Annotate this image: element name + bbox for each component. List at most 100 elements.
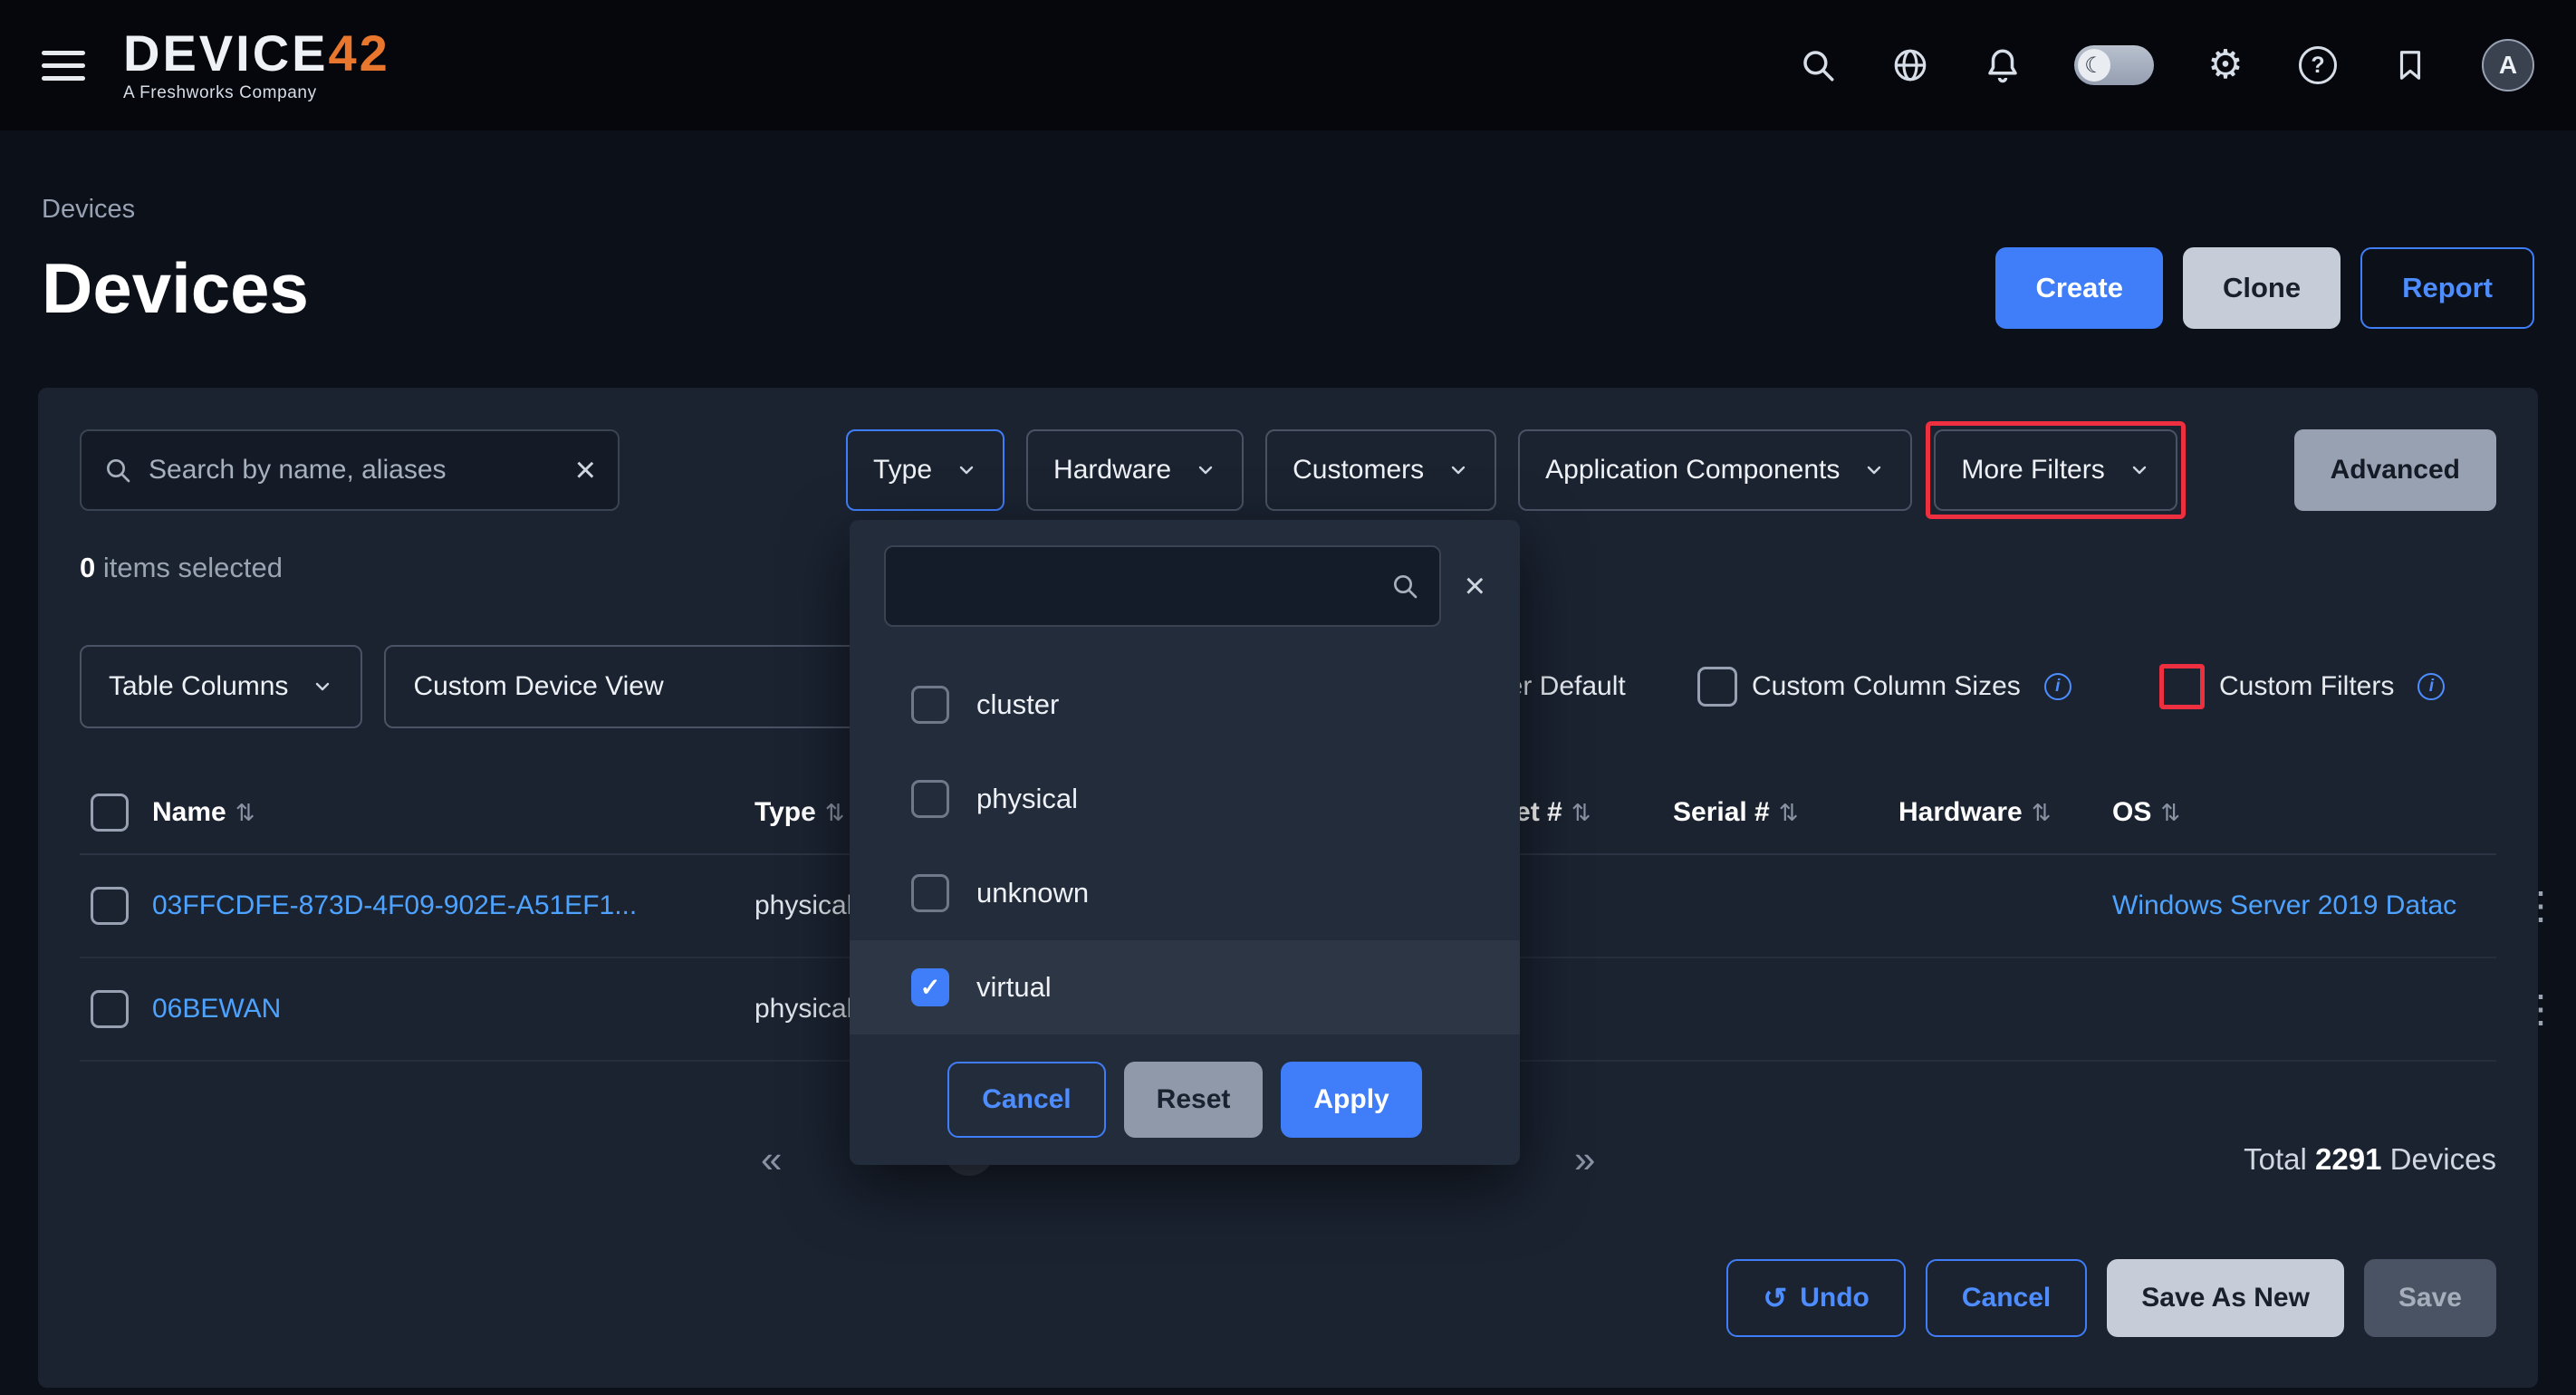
advanced-button[interactable]: Advanced — [2294, 429, 2496, 511]
table-columns-dropdown[interactable]: Table Columns — [80, 645, 362, 728]
filter-toolbar: × Type Hardware Customers Application Co… — [80, 429, 2496, 511]
more-filters-annotation-wrap: More Filters — [1934, 429, 2177, 511]
save-as-new-button[interactable]: Save As New — [2107, 1259, 2344, 1337]
row-checkbox[interactable] — [91, 887, 129, 925]
option-cluster[interactable]: cluster — [850, 658, 1520, 752]
type-filter-search-input[interactable] — [906, 571, 1376, 601]
option-checkbox[interactable] — [911, 686, 949, 724]
pagination-prev-icon[interactable]: « — [761, 1140, 782, 1179]
navbar-actions: ☾ ⚙ ? A — [1797, 39, 2534, 91]
option-checkbox[interactable] — [911, 780, 949, 818]
help-icon[interactable]: ? — [2297, 44, 2339, 86]
moon-icon: ☾ — [2078, 49, 2110, 82]
page-title: Devices — [42, 246, 309, 330]
brand-accent: 42 — [329, 24, 390, 82]
clone-button[interactable]: Clone — [2183, 247, 2341, 329]
cancel-button[interactable]: Cancel — [1926, 1259, 2087, 1337]
device-search-input[interactable] — [149, 455, 559, 486]
brand-name: DEVICE42 — [123, 28, 390, 79]
globe-icon[interactable] — [1889, 44, 1931, 86]
chevron-down-icon — [1863, 459, 1885, 481]
close-panel-icon[interactable]: × — [1465, 568, 1485, 604]
type-filter-search-row: × — [884, 545, 1485, 627]
option-checkbox[interactable] — [911, 874, 949, 912]
device-name-link[interactable]: 06BEWAN — [152, 994, 281, 1025]
chevron-down-icon — [1447, 459, 1469, 481]
filter-application-components-dropdown[interactable]: Application Components — [1518, 429, 1912, 511]
pagination-next-icon[interactable]: » — [1574, 1140, 1595, 1179]
total-devices: Total 2291 Devices — [2244, 1142, 2496, 1177]
column-header-type[interactable]: Type⇅ — [755, 797, 845, 828]
total-count: 2291 — [2315, 1142, 2381, 1176]
kebab-menu-icon[interactable]: ⋮ — [2522, 990, 2560, 1028]
brand-tagline: A Freshworks Company — [123, 83, 390, 103]
kebab-menu-icon[interactable]: ⋮ — [2522, 887, 2560, 925]
row-checkbox[interactable] — [91, 990, 129, 1028]
custom-column-sizes-option: Custom Column Sizes i — [1697, 667, 2071, 707]
device-os-cell: Windows Server 2019 Datac — [2112, 890, 2507, 921]
info-icon[interactable]: i — [2044, 673, 2071, 700]
brand-logo[interactable]: DEVICE42 A Freshworks Company — [123, 28, 390, 103]
type-filter-options: cluster physical unknown ✓ virtual — [850, 658, 1520, 1034]
device-search-box[interactable]: × — [80, 429, 620, 511]
device-name-link[interactable]: 03FFCDFE-873D-4F09-902E-A51EF1... — [152, 890, 637, 921]
custom-column-sizes-checkbox[interactable] — [1697, 667, 1737, 707]
column-header-os[interactable]: OS⇅ — [2112, 797, 2180, 828]
save-button[interactable]: Save — [2364, 1259, 2496, 1337]
filter-more-filters-dropdown[interactable]: More Filters — [1934, 429, 2177, 511]
panel-reset-button[interactable]: Reset — [1124, 1062, 1264, 1138]
theme-toggle[interactable]: ☾ — [2074, 45, 2154, 85]
option-checkbox-checked[interactable]: ✓ — [911, 968, 949, 1006]
devices-card: × Type Hardware Customers Application Co… — [38, 388, 2538, 1388]
type-filter-search-box[interactable] — [884, 545, 1441, 627]
column-header-serial[interactable]: Serial #⇅ — [1673, 797, 1799, 828]
option-unknown[interactable]: unknown — [850, 846, 1520, 940]
hamburger-menu-icon[interactable] — [42, 51, 85, 81]
clear-search-icon[interactable]: × — [575, 452, 596, 488]
column-header-hardware[interactable]: Hardware⇅ — [1898, 797, 2052, 828]
chevron-down-icon — [1195, 459, 1216, 481]
checkmark-icon: ✓ — [920, 974, 941, 1002]
type-filter-panel: × cluster physical unknown ✓ virtual Can… — [850, 520, 1520, 1165]
report-button[interactable]: Report — [2360, 247, 2534, 329]
panel-cancel-button[interactable]: Cancel — [947, 1062, 1105, 1138]
selection-count: 0 — [80, 552, 95, 583]
sort-icon[interactable]: ⇅ — [1572, 799, 1591, 827]
info-icon[interactable]: i — [2417, 673, 2445, 700]
footer-actions: ↺Undo Cancel Save As New Save — [80, 1259, 2496, 1337]
filter-type-dropdown[interactable]: Type — [846, 429, 1004, 511]
device-os-link[interactable]: Windows Server 2019 Datac — [2112, 890, 2456, 920]
gear-icon[interactable]: ⚙ — [2205, 44, 2246, 86]
header-actions: Create Clone Report — [1995, 247, 2534, 329]
chevron-down-icon — [956, 459, 977, 481]
option-physical[interactable]: physical — [850, 752, 1520, 846]
sort-icon[interactable]: ⇅ — [825, 799, 845, 827]
search-icon — [1390, 572, 1419, 601]
top-navbar: DEVICE42 A Freshworks Company ☾ ⚙ ? A — [0, 0, 2576, 130]
column-header-name[interactable]: Name⇅ — [152, 797, 255, 828]
custom-filters-checkbox-red-annotation[interactable] — [2159, 664, 2205, 709]
chevron-down-icon — [2129, 459, 2150, 481]
sort-icon[interactable]: ⇅ — [235, 799, 255, 827]
sort-icon[interactable]: ⇅ — [1779, 799, 1799, 827]
page-header: Devices Create Clone Report — [0, 246, 2576, 330]
option-virtual[interactable]: ✓ virtual — [850, 940, 1520, 1034]
filter-hardware-dropdown[interactable]: Hardware — [1026, 429, 1244, 511]
sort-icon[interactable]: ⇅ — [2160, 799, 2180, 827]
create-button[interactable]: Create — [1995, 247, 2163, 329]
filter-dropdowns: Type Hardware Customers Application Comp… — [846, 429, 2177, 511]
sort-icon[interactable]: ⇅ — [2032, 799, 2052, 827]
type-filter-footer: Cancel Reset Apply — [884, 1062, 1485, 1138]
search-icon[interactable] — [1797, 44, 1839, 86]
undo-button[interactable]: ↺Undo — [1726, 1259, 1905, 1337]
search-icon — [103, 456, 132, 485]
select-all-checkbox[interactable] — [91, 794, 129, 832]
filter-customers-dropdown[interactable]: Customers — [1265, 429, 1496, 511]
breadcrumb[interactable]: Devices — [42, 194, 2534, 225]
avatar[interactable]: A — [2482, 39, 2534, 91]
chevron-down-icon — [312, 676, 333, 698]
undo-icon: ↺ — [1763, 1284, 1787, 1313]
panel-apply-button[interactable]: Apply — [1281, 1062, 1421, 1138]
bookmark-icon[interactable] — [2389, 44, 2431, 86]
bell-icon[interactable] — [1982, 44, 2023, 86]
